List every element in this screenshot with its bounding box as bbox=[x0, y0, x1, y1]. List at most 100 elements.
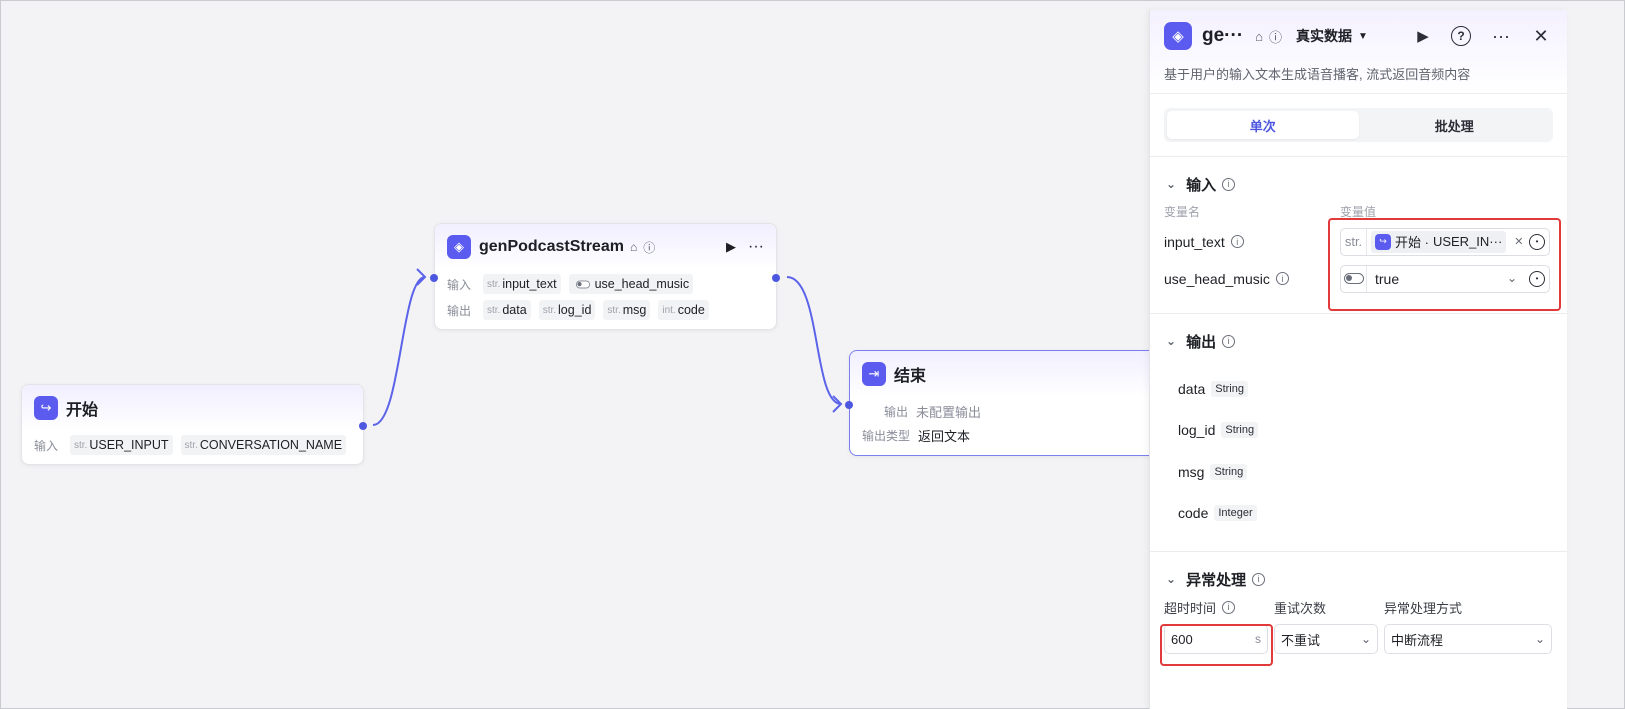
output-name: log_id bbox=[1178, 422, 1216, 439]
variable-ref-icon[interactable]: • bbox=[1529, 270, 1545, 287]
plugin-node[interactable]: ◈ genPodcastStream ⌂ ⓘ ▶ ··· 输入 str. inpu… bbox=[430, 223, 780, 330]
var-name: log_id bbox=[558, 303, 592, 317]
section-title: 输入 bbox=[1186, 176, 1217, 194]
type-label: str. bbox=[542, 304, 557, 316]
output-port[interactable] bbox=[772, 274, 780, 282]
node-config-panel: ◈ ge··· ⌂ ⓘ 真实数据 ▼ ▶ ? ··· ✕ 基于用户的输入文本生成… bbox=[1149, 10, 1567, 709]
section-title: 异常处理 bbox=[1186, 571, 1247, 589]
data-mode-dropdown[interactable]: 真实数据 ▼ bbox=[1296, 26, 1368, 46]
var-name: msg bbox=[622, 303, 647, 317]
toggle-icon bbox=[1341, 265, 1367, 292]
more-icon[interactable]: ··· bbox=[748, 238, 764, 256]
var-name: input_text i bbox=[1164, 234, 1340, 250]
timeout-label-wrap: 超时时间 i bbox=[1164, 598, 1274, 617]
output-tag: str. data bbox=[483, 300, 531, 320]
input-tag: str. CONVERSATION_NAME bbox=[180, 435, 347, 455]
plugin-node-outputs: 输出 str. data str. log_id str. msg int. code bbox=[435, 298, 776, 322]
chevron-down-icon: ⌄ bbox=[1534, 632, 1545, 646]
handling-select[interactable]: 中断流程 ⌄ bbox=[1384, 624, 1552, 654]
timeout-value: 600 bbox=[1171, 631, 1193, 647]
end-icon: ⇥ bbox=[862, 362, 886, 386]
timeout-unit: s bbox=[1255, 632, 1261, 646]
output-label: 输出 bbox=[447, 303, 472, 318]
input-row: use_head_music i true ⌄ • bbox=[1164, 260, 1553, 297]
info-icon[interactable]: i bbox=[1275, 272, 1289, 285]
var-name: use_head_music i bbox=[1164, 271, 1340, 287]
run-icon[interactable]: ▶ bbox=[726, 239, 736, 255]
ref-chip[interactable]: ↪ 开始 · USER_IN··· bbox=[1371, 230, 1507, 253]
type-label: str. bbox=[74, 439, 88, 451]
end-node[interactable]: ⇥ 结束 输出 未配置输出 输出类型 返回文本 bbox=[845, 350, 1169, 456]
type-label: str. bbox=[184, 439, 198, 451]
use-head-music-select[interactable]: true ⌄ • bbox=[1340, 264, 1550, 293]
output-item: code Integer bbox=[1164, 493, 1553, 535]
column-headers: 变量名 变量值 bbox=[1164, 203, 1553, 223]
input-port[interactable] bbox=[430, 274, 438, 282]
output-label: 输出 bbox=[884, 404, 909, 419]
tab-single[interactable]: 单次 bbox=[1167, 111, 1359, 139]
var-name: CONVERSATION_NAME bbox=[199, 438, 343, 452]
variable-ref-icon[interactable]: • bbox=[1529, 233, 1545, 250]
run-icon[interactable]: ▶ bbox=[1411, 24, 1435, 48]
output-type-label: 输出类型 bbox=[862, 428, 911, 443]
output-type: String bbox=[1221, 422, 1259, 439]
output-name: code bbox=[1178, 505, 1209, 522]
ref-var: USER_IN··· bbox=[1432, 234, 1503, 249]
info-icon[interactable]: ⓘ bbox=[643, 239, 655, 256]
info-icon[interactable]: i bbox=[1222, 334, 1236, 348]
info-icon[interactable]: i bbox=[1222, 600, 1236, 614]
input-label: 输入 bbox=[447, 277, 472, 292]
info-icon[interactable]: ⓘ bbox=[1269, 27, 1282, 46]
output-item: data String bbox=[1164, 368, 1553, 410]
plugin-node-title: genPodcastStream bbox=[479, 238, 624, 255]
chevron-down-icon: ⌄ bbox=[1166, 177, 1177, 191]
output-type: Integer bbox=[1214, 505, 1257, 522]
type-label: str. bbox=[607, 304, 621, 316]
timeout-input[interactable]: 600 s bbox=[1164, 624, 1268, 654]
input-tag: str. USER_INPUT bbox=[70, 435, 173, 455]
start-node[interactable]: ↪ 开始 输入 str. USER_INPUT str. CONVERSATION_… bbox=[21, 384, 367, 465]
caret-down-icon: ▼ bbox=[1358, 30, 1368, 42]
type-label: str. bbox=[487, 278, 501, 290]
input-tag: use_head_music bbox=[568, 274, 694, 294]
start-icon: ↪ bbox=[1375, 233, 1391, 250]
output-value: 未配置输出 bbox=[916, 404, 982, 420]
type-prefix: str. bbox=[1341, 228, 1367, 255]
package-icon: ⌂ bbox=[629, 240, 638, 254]
chevron-down-icon: ⌄ bbox=[1360, 632, 1371, 646]
input-label: 输入 bbox=[34, 438, 59, 453]
error-fields: 600 s 不重试 ⌄ 中断流程 ⌄ bbox=[1164, 624, 1553, 654]
input-port[interactable] bbox=[845, 401, 853, 409]
section-title: 输出 bbox=[1186, 333, 1217, 351]
panel-title: ge··· bbox=[1202, 25, 1244, 46]
retry-value: 不重试 bbox=[1281, 632, 1321, 648]
output-section-header[interactable]: ⌄ 输出 i bbox=[1164, 314, 1553, 368]
more-icon[interactable]: ··· bbox=[1489, 24, 1513, 48]
input-text-ref-field[interactable]: str. ↪ 开始 · USER_IN··· ✕ • bbox=[1340, 227, 1550, 256]
col-var-value: 变量值 bbox=[1340, 205, 1377, 219]
var-name: USER_INPUT bbox=[89, 438, 169, 452]
edge-arrow bbox=[416, 268, 427, 286]
info-icon[interactable]: i bbox=[1230, 235, 1244, 248]
clear-icon[interactable]: ✕ bbox=[1514, 235, 1523, 248]
close-icon[interactable]: ✕ bbox=[1529, 24, 1553, 48]
tab-batch[interactable]: 批处理 bbox=[1359, 111, 1551, 139]
output-item: msg String bbox=[1164, 451, 1553, 493]
info-icon[interactable]: i bbox=[1222, 177, 1236, 191]
help-icon[interactable]: ? bbox=[1451, 26, 1471, 46]
var-name: use_head_music bbox=[594, 277, 690, 291]
output-type-value: 返回文本 bbox=[918, 428, 971, 444]
panel-header: ◈ ge··· ⌂ ⓘ 真实数据 ▼ ▶ ? ··· ✕ 基于用户的输入文本生成… bbox=[1150, 10, 1567, 94]
output-port[interactable] bbox=[359, 422, 367, 430]
retry-select[interactable]: 不重试 ⌄ bbox=[1274, 624, 1378, 654]
col-var-name: 变量名 bbox=[1164, 205, 1201, 219]
output-item: log_id String bbox=[1164, 410, 1553, 452]
info-icon[interactable]: i bbox=[1252, 572, 1266, 586]
output-name: data bbox=[1178, 380, 1206, 397]
retry-label: 重试次数 bbox=[1274, 600, 1327, 616]
var-name-text: input_text bbox=[1164, 233, 1225, 250]
end-node-output: 输出 未配置输出 bbox=[850, 399, 1168, 423]
output-type: String bbox=[1210, 463, 1248, 480]
start-node-inputs: 输入 str. USER_INPUT str. CONVERSATION_NAME bbox=[22, 433, 363, 457]
type-label: str. bbox=[487, 304, 501, 316]
